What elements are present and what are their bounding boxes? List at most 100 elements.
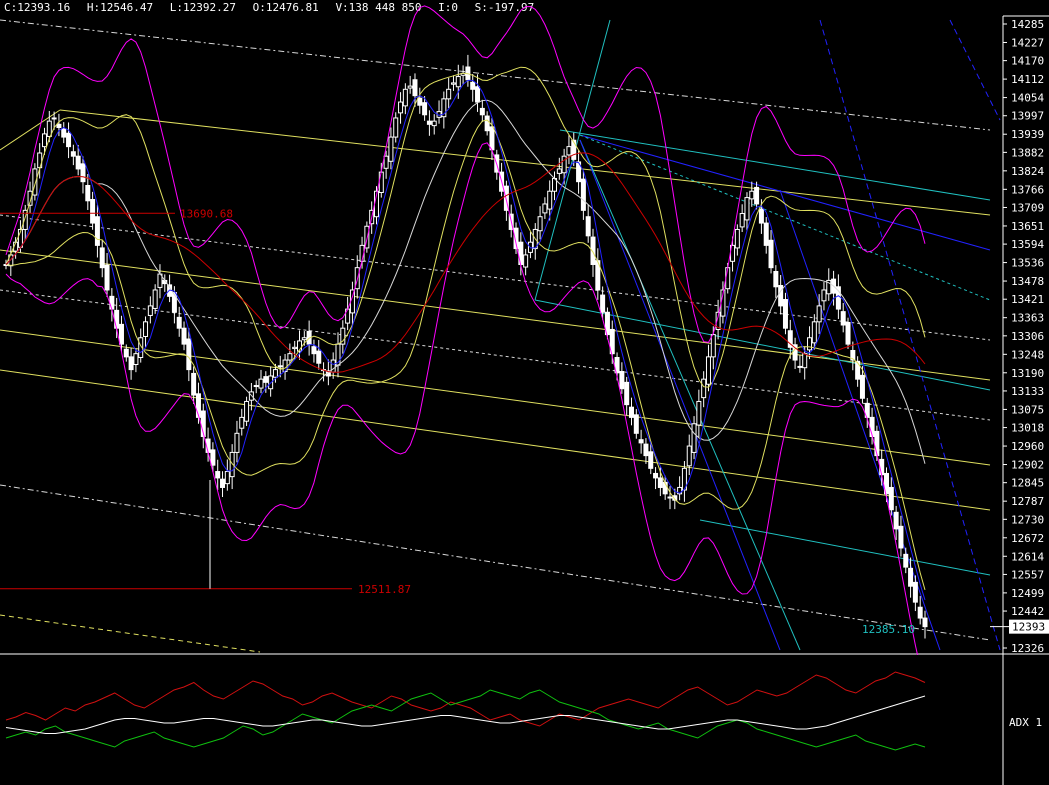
candle-body	[221, 479, 225, 487]
candle-body	[697, 401, 701, 425]
price-tick-label: 12902	[1011, 459, 1044, 472]
candle-body	[620, 372, 624, 389]
bollinger-lower	[6, 143, 925, 655]
candle-body	[288, 354, 292, 360]
candle-body	[654, 473, 658, 477]
price-tick-label: 13248	[1011, 348, 1044, 361]
candle-body	[110, 296, 114, 309]
envelope-lower	[6, 120, 925, 590]
candle-body	[476, 87, 480, 102]
candle-body	[312, 347, 316, 354]
candle-body	[846, 322, 850, 344]
price-tick-label: 13363	[1011, 312, 1044, 325]
candle-body	[798, 366, 802, 367]
candle-body	[245, 401, 249, 421]
candle-body	[278, 366, 282, 367]
candle-body	[913, 582, 917, 602]
candle-body	[485, 116, 489, 131]
current-price-label: 12393	[1012, 621, 1045, 634]
candle-body	[52, 118, 56, 119]
candle-body	[403, 89, 407, 106]
price-tick-label: 12442	[1011, 605, 1044, 618]
candle-body	[480, 108, 484, 114]
candle-body	[490, 127, 494, 150]
candle-body	[240, 417, 244, 428]
candle-body	[668, 497, 672, 498]
candle-body	[413, 80, 417, 96]
candle-body	[418, 98, 422, 105]
adx-label: ADX 1	[1009, 716, 1042, 729]
candle-body	[62, 129, 66, 137]
candle-body	[177, 317, 181, 328]
candle-body	[42, 134, 46, 147]
price-tick-label: 12787	[1011, 495, 1044, 508]
candle-body	[105, 265, 109, 290]
candle-body	[71, 152, 75, 156]
candle-body	[447, 89, 451, 99]
chart-window: C:12393.16 H:12546.47 L:12392.27 O:12476…	[0, 0, 1049, 785]
trend-line	[580, 140, 780, 650]
price-tick-label: 14112	[1011, 73, 1044, 86]
candle-body	[423, 103, 427, 115]
price-tick-label: 12499	[1011, 587, 1044, 600]
candle-body	[817, 306, 821, 322]
price-tick-label: 13018	[1011, 422, 1044, 435]
candle-body	[148, 306, 152, 316]
candle-body	[658, 478, 662, 488]
trend-line	[580, 135, 990, 250]
candle-body	[649, 452, 653, 469]
candle-body	[57, 124, 61, 127]
candle-body	[187, 339, 191, 370]
price-tick-label: 13075	[1011, 403, 1044, 416]
candle-body	[808, 338, 812, 350]
price-tick-label: 14054	[1011, 92, 1044, 105]
adx-line	[6, 696, 925, 734]
trend-line	[0, 330, 990, 465]
candle-body	[543, 204, 547, 213]
candle-body	[192, 373, 196, 395]
candle-body	[639, 440, 643, 443]
candle-body	[471, 82, 475, 89]
candle-body	[909, 568, 913, 586]
price-tick-label: 13421	[1011, 293, 1044, 306]
candle-body	[394, 118, 398, 137]
candle-body	[81, 164, 85, 182]
candle-body	[119, 324, 123, 344]
price-tick-label: 13133	[1011, 385, 1044, 398]
candle-body	[803, 354, 807, 368]
candle-body	[216, 472, 220, 478]
price-tick-label: 13536	[1011, 257, 1044, 270]
candle-body	[86, 185, 90, 200]
price-tick-label: 13594	[1011, 238, 1044, 251]
price-tick-label: 13882	[1011, 146, 1044, 159]
ma-fast	[6, 80, 925, 600]
candle-body	[764, 223, 768, 245]
trend-line	[0, 370, 990, 510]
price-tick-label: 12614	[1011, 550, 1044, 563]
candle-body	[625, 382, 629, 404]
candle-body	[76, 156, 80, 169]
price-tick-label: 12672	[1011, 532, 1044, 545]
last-low-label: 12385.10	[862, 623, 915, 636]
candle-body	[812, 322, 816, 343]
price-tick-label: 12730	[1011, 513, 1044, 526]
candle-body	[894, 512, 898, 529]
candle-body	[572, 140, 576, 159]
candle-body	[822, 290, 826, 301]
price-tick-label: 13190	[1011, 367, 1044, 380]
resistance-label: 13690.68	[180, 207, 233, 220]
price-tick-label: 13939	[1011, 128, 1044, 141]
candle-body	[745, 198, 749, 220]
candle-body	[702, 379, 706, 397]
trend-line	[0, 20, 990, 130]
price-tick-label: 13651	[1011, 220, 1044, 233]
candle-body	[706, 357, 710, 384]
price-chart[interactable]: 1428514227141701411214054139971393913882…	[0, 0, 1049, 655]
price-tick-label: 13306	[1011, 330, 1044, 343]
candle-body	[860, 375, 864, 398]
price-tick-label: 12960	[1011, 440, 1044, 453]
adx-chart[interactable]: ADX 1	[0, 655, 1049, 785]
candle-body	[95, 217, 99, 246]
trend-line	[0, 615, 260, 652]
trend-line	[700, 520, 990, 575]
